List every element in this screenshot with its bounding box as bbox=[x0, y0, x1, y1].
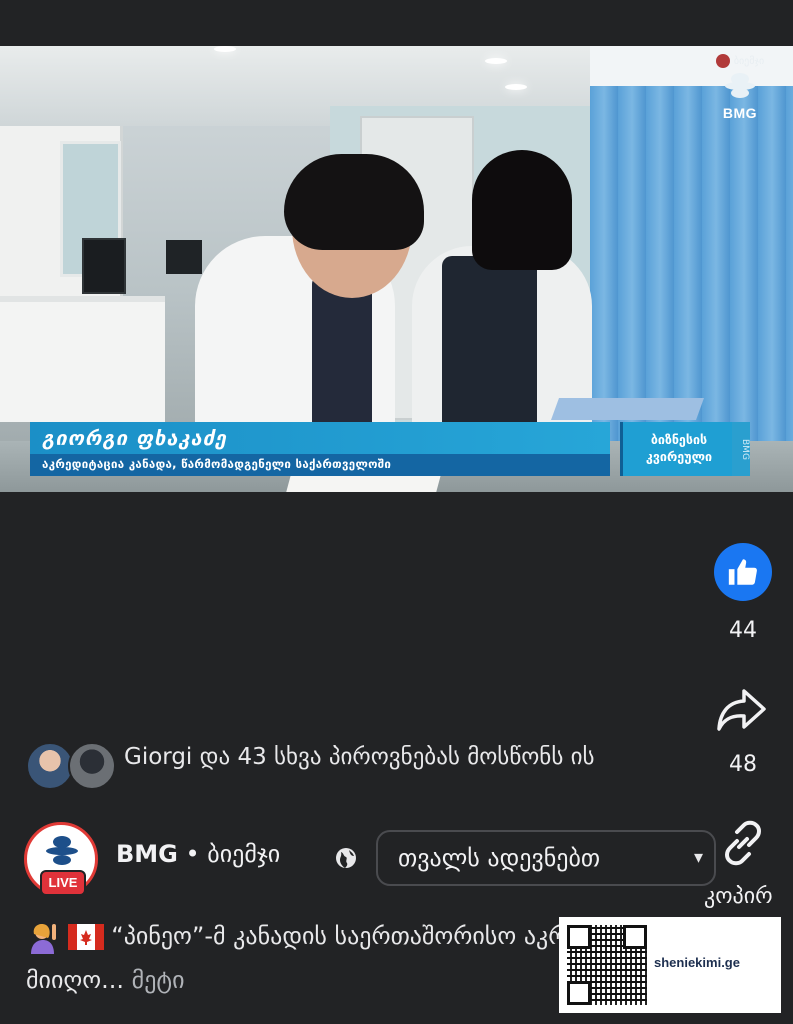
lower-third-subtitle-bar: აკრედიტაცია კანადა, წარმომადგენელი საქარ… bbox=[30, 454, 610, 476]
qr-finder bbox=[567, 981, 591, 1005]
qr-site-label: sheniekimi.ge bbox=[654, 955, 740, 970]
laptop bbox=[550, 398, 705, 420]
speaker-title: აკრედიტაცია კანადა, წარმომადგენელი საქარ… bbox=[42, 457, 392, 471]
doctor-hair bbox=[284, 154, 424, 250]
link-icon[interactable] bbox=[718, 818, 768, 868]
show-badge: BMG bbox=[732, 422, 750, 476]
monitor bbox=[82, 238, 126, 294]
show-title-line2: კვირეული bbox=[645, 449, 713, 464]
monitor bbox=[166, 240, 202, 274]
qr-overlay: sheniekimi.ge bbox=[559, 917, 781, 1013]
lower-third: გიორგი ფხაკაძე აკრედიტაცია კანადა, წარმო… bbox=[30, 422, 750, 478]
page-name-primary[interactable]: BMG bbox=[116, 840, 178, 868]
see-more-link[interactable]: მეტი bbox=[132, 966, 185, 994]
video-player[interactable]: ბიემჯი BMG გიორგი ფხაკაძე აკრედიტაცია კა… bbox=[0, 46, 793, 492]
qr-finder bbox=[567, 925, 591, 949]
watermark-top: ბიემჯი bbox=[705, 54, 775, 68]
reactions-summary[interactable]: Giorgi და 43 სხვა პიროვნებას მოსწონს ის bbox=[124, 738, 684, 776]
doctor-hair bbox=[472, 150, 572, 270]
qr-finder bbox=[623, 925, 647, 949]
lower-third-name-bar: გიორგი ფხაკაძე bbox=[30, 422, 610, 454]
avatar bbox=[26, 742, 74, 790]
public-globe-icon bbox=[336, 848, 356, 868]
follow-button[interactable]: თვალს ადევნებთ ▾ bbox=[376, 830, 716, 886]
avatar bbox=[68, 742, 116, 790]
copy-link-label[interactable]: კოპირ bbox=[704, 884, 773, 909]
live-badge: LIVE bbox=[40, 870, 86, 896]
watermark-top-text: ბიემჯი bbox=[733, 55, 765, 67]
doctor-scrubs bbox=[312, 276, 372, 446]
share-arrow-icon[interactable] bbox=[714, 685, 768, 735]
chevron-down-icon: ▾ bbox=[694, 847, 704, 868]
follow-label: თვალს ადევნებთ bbox=[398, 844, 601, 872]
page-name[interactable]: BMG • ბიემჯი bbox=[116, 840, 280, 868]
reactor-avatars[interactable] bbox=[26, 740, 118, 790]
bmg-logo-icon bbox=[46, 836, 78, 865]
ceiling-light bbox=[505, 84, 527, 90]
like-button[interactable] bbox=[714, 543, 772, 601]
ceiling-light bbox=[485, 58, 507, 64]
name-separator: • bbox=[177, 840, 208, 868]
thumbs-up-icon bbox=[728, 559, 757, 585]
desk bbox=[0, 296, 165, 422]
canada-flag-icon bbox=[67, 924, 104, 950]
share-count: 48 bbox=[729, 752, 757, 777]
watermark-dot-icon bbox=[715, 54, 730, 68]
speaker-name: გიორგი ფხაკაძე bbox=[42, 426, 227, 450]
woman-raising-hand-emoji-icon bbox=[31, 924, 56, 954]
ceiling-light bbox=[214, 46, 236, 52]
bmg-globe-icon bbox=[725, 73, 755, 98]
channel-watermark: ბიემჯი BMG bbox=[705, 54, 775, 121]
show-title: ბიზნესის კვირეული bbox=[620, 422, 735, 476]
watermark-brand: BMG bbox=[722, 105, 758, 121]
show-title-line1: ბიზნესის bbox=[650, 432, 708, 447]
like-count: 44 bbox=[729, 618, 757, 643]
page-name-alt[interactable]: ბიემჯი bbox=[207, 840, 280, 868]
